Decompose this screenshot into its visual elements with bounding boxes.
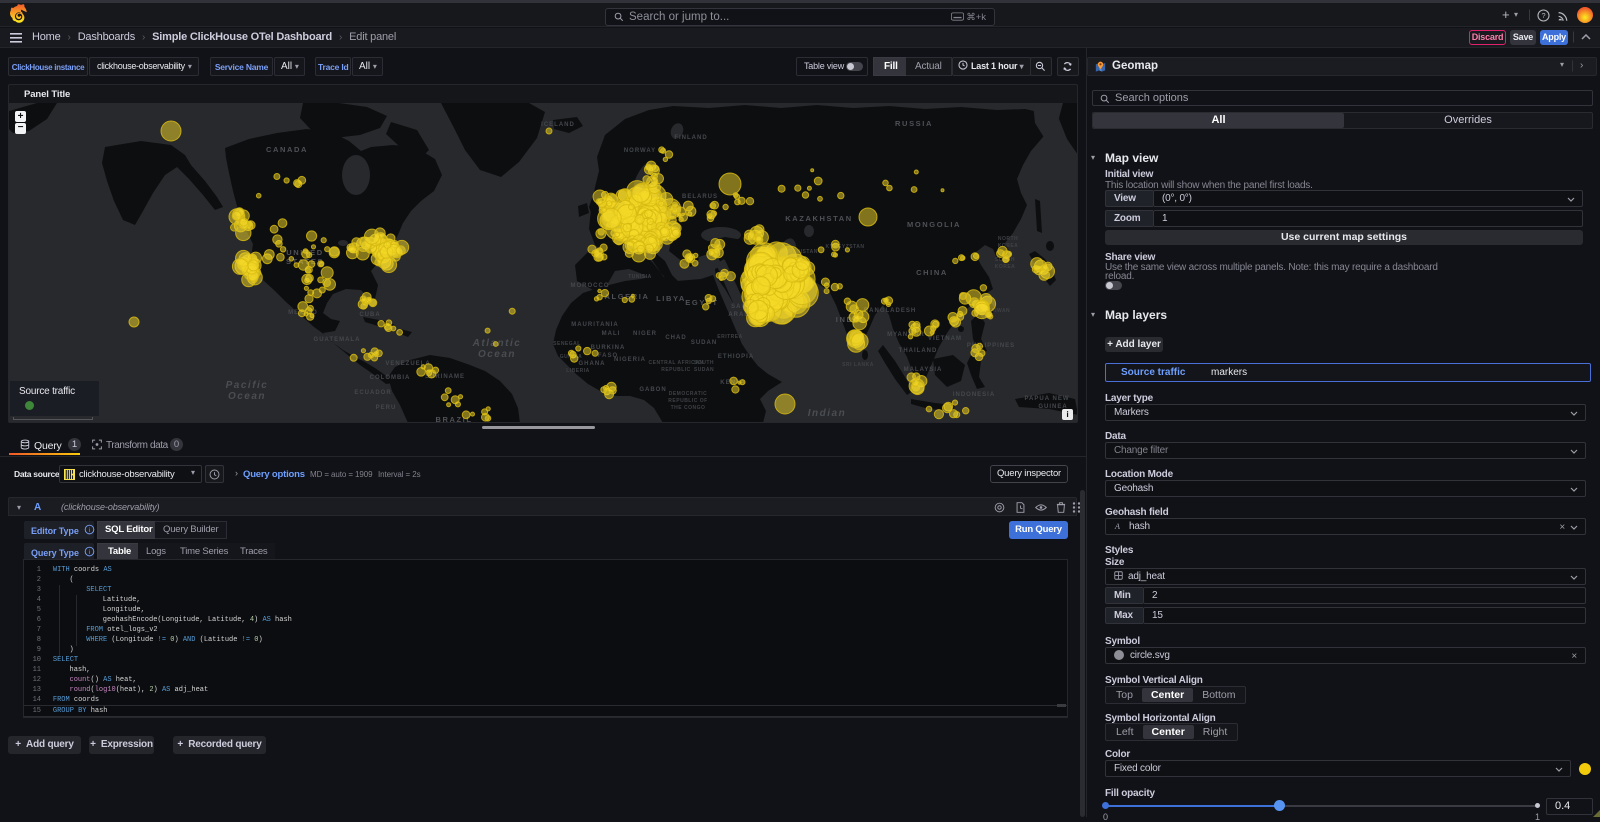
svg-text:MOROCCO: MOROCCO — [571, 283, 610, 289]
svg-text:KAZAKHSTAN: KAZAKHSTAN — [785, 214, 853, 223]
svg-text:THAILAND: THAILAND — [899, 348, 938, 354]
svg-text:Indian: Indian — [808, 408, 846, 419]
svg-text:CHINA: CHINA — [916, 268, 948, 277]
svg-text:SUDAN: SUDAN — [694, 367, 714, 373]
svg-text:GUATEMALA: GUATEMALA — [314, 337, 361, 343]
svg-text:KOREA: KOREA — [995, 264, 1016, 270]
svg-text:THE CONGO: THE CONGO — [671, 405, 706, 411]
svg-text:Ocean: Ocean — [478, 349, 516, 360]
svg-text:PERU: PERU — [376, 405, 397, 411]
svg-text:?: ? — [1541, 11, 1545, 20]
svg-text:SRI LANKA: SRI LANKA — [842, 362, 874, 368]
svg-text:BANGLADESH: BANGLADESH — [864, 308, 916, 314]
svg-text:MALAYSIA: MALAYSIA — [904, 367, 943, 373]
svg-text:REPUBLIC OF: REPUBLIC OF — [668, 398, 707, 404]
svg-text:LIBERIA: LIBERIA — [566, 368, 590, 374]
svg-text:NORTH: NORTH — [998, 236, 1018, 242]
svg-text:PAPUA NEW: PAPUA NEW — [1025, 396, 1070, 402]
svg-text:Ocean: Ocean — [228, 391, 266, 402]
svg-text:MAURITANIA: MAURITANIA — [571, 322, 619, 328]
svg-text:INDONESIA: INDONESIA — [953, 392, 995, 398]
svg-text:CUBA: CUBA — [359, 312, 380, 318]
svg-text:NORWAY: NORWAY — [624, 148, 656, 154]
svg-text:GABON: GABON — [639, 387, 666, 393]
svg-text:BELARUS: BELARUS — [682, 194, 718, 200]
svg-text:COLOMBIA: COLOMBIA — [370, 375, 411, 381]
svg-text:FINLAND: FINLAND — [674, 135, 707, 141]
svg-text:REPUBLIC: REPUBLIC — [661, 367, 691, 373]
svg-text:i: i — [89, 549, 90, 556]
svg-text:ICELAND: ICELAND — [541, 122, 575, 128]
svg-text:MALI: MALI — [602, 331, 621, 337]
svg-text:GHANA: GHANA — [579, 361, 606, 367]
svg-text:ERITREA: ERITREA — [717, 334, 742, 340]
svg-text:LIBYA: LIBYA — [656, 294, 686, 303]
svg-text:i: i — [89, 527, 90, 534]
svg-text:ECUADOR: ECUADOR — [354, 390, 391, 396]
svg-text:NIGERIA: NIGERIA — [614, 357, 646, 363]
svg-text:SUDAN: SUDAN — [691, 340, 717, 346]
svg-text:RUSSIA: RUSSIA — [895, 119, 933, 128]
svg-text:NIGER: NIGER — [633, 331, 657, 337]
svg-text:DEMOCRATIC: DEMOCRATIC — [669, 391, 708, 397]
svg-text:A: A — [1114, 522, 1121, 530]
svg-text:VIETNAM: VIETNAM — [928, 336, 962, 342]
svg-text:TUNISIA: TUNISIA — [628, 274, 652, 280]
svg-text:MONGOLIA: MONGOLIA — [907, 220, 961, 229]
svg-text:CANADA: CANADA — [266, 145, 308, 154]
svg-text:SOUTH: SOUTH — [694, 360, 714, 366]
svg-text:Pacific: Pacific — [226, 380, 269, 391]
svg-text:ETHIOPIA: ETHIOPIA — [718, 354, 754, 360]
svg-text:CHAD: CHAD — [665, 335, 686, 341]
